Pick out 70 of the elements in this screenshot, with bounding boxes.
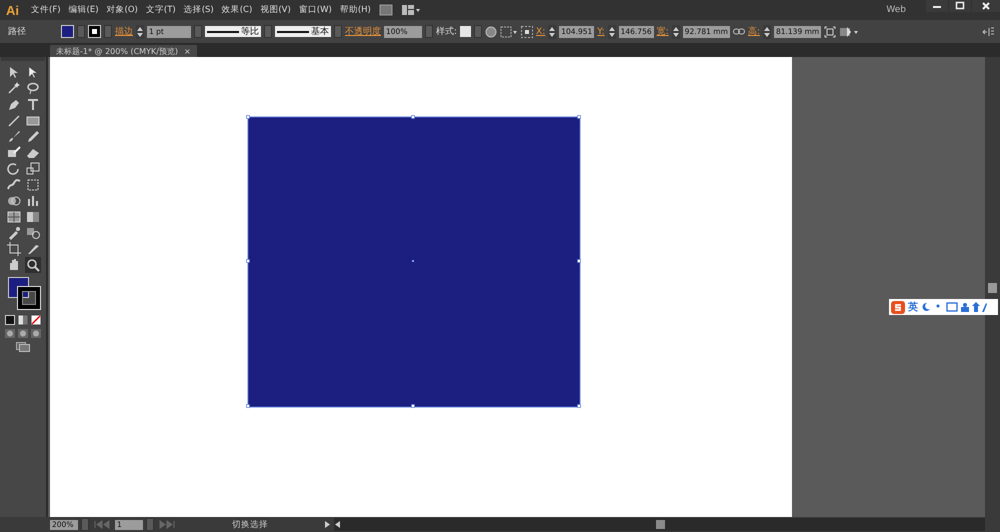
zoom-icon[interactable] [24,257,40,273]
input-mode[interactable]: 英 [908,300,918,314]
stroke-link[interactable]: 描边 [115,25,133,38]
menu-item[interactable]: 编辑(E) [68,4,99,16]
mesh-icon[interactable] [6,209,22,225]
artboard-icon[interactable] [6,241,22,257]
menu-item[interactable]: 窗口(W) [298,4,332,16]
brush-definition[interactable]: 基本 [275,26,331,37]
stroke-color-swatch[interactable] [18,287,40,309]
minimize-icon[interactable] [926,0,948,12]
vertical-scrollbar[interactable] [985,57,1000,517]
close-tab-button[interactable]: × [184,46,191,56]
workspace-switcher[interactable]: Web [886,5,906,15]
lasso-icon[interactable] [24,81,40,97]
status-text[interactable]: 切换选择 [180,518,320,530]
free-transform-icon[interactable] [24,177,40,193]
width-label: 宽: [656,26,669,38]
draw-mode-icon[interactable] [5,329,15,338]
color-mode-icon[interactable] [5,315,15,325]
menu-item[interactable]: 对象(O) [106,4,138,16]
opacity-link[interactable]: 不透明度 [345,25,381,38]
y-label: Y: [597,26,605,36]
gradient-mode-icon[interactable] [18,315,28,325]
menu-item[interactable]: 选择(S) [184,4,214,16]
spinner-icon[interactable] [136,24,144,38]
line-icon[interactable] [6,113,22,129]
transform-icon[interactable] [824,26,836,38]
maximize-icon[interactable] [949,0,971,12]
variable-width-profile[interactable]: 等比 [205,26,261,37]
spinner-icon[interactable] [762,24,771,38]
graphic-style-swatch[interactable] [460,26,472,37]
spinner-icon[interactable] [672,24,680,38]
rotate-icon[interactable] [6,161,22,177]
gradient-icon[interactable] [24,209,40,225]
blend-icon[interactable] [24,225,40,241]
scrollbar-thumb[interactable] [656,520,665,529]
fill-swatch[interactable] [61,25,74,38]
height-label: 高: [748,26,760,38]
menu-item[interactable]: 效果(C) [222,4,252,16]
draw-mode-icon[interactable] [31,329,41,338]
selection-type-label: 路径 [8,26,27,38]
menu-item[interactable]: 视图(V) [260,4,291,16]
link-icon[interactable] [732,26,745,36]
ime-logo-icon[interactable] [891,300,905,314]
scrollbar-thumb[interactable] [988,283,997,293]
horizontal-scrollbar[interactable] [334,518,985,531]
menu-item[interactable]: 文字(T) [146,4,176,16]
play-icon[interactable] [323,520,331,529]
stroke-swatch-icon[interactable] [88,25,101,38]
menu-item[interactable]: 帮助(H) [340,4,371,16]
ime-toolbar-icons[interactable] [921,302,987,312]
x-label: X: [536,26,546,36]
app-logo: Ai [6,2,19,18]
reference-point-icon[interactable] [521,26,534,38]
spinner-icon[interactable] [608,24,616,38]
none-mode-icon[interactable] [31,315,41,325]
layout-icon[interactable] [400,4,421,16]
document-title: 未标题-1* @ 200% (CMYK/预览) [56,46,178,56]
scale-icon[interactable] [24,161,40,177]
style-label: 样式: [436,26,458,38]
close-icon[interactable] [972,0,1000,12]
panel-menu-icon[interactable] [982,26,994,36]
screen-mode-icon[interactable] [16,342,30,352]
spinner-icon[interactable] [548,24,556,38]
scroll-left-icon[interactable] [334,520,342,529]
document-tab[interactable]: 未标题-1* @ 200% (CMYK/预览) × [50,45,197,57]
isolate-icon[interactable] [839,26,860,38]
draw-mode-icon[interactable] [18,329,28,338]
align-icon[interactable] [500,26,518,38]
menu-item[interactable]: 文件(F) [31,4,61,16]
